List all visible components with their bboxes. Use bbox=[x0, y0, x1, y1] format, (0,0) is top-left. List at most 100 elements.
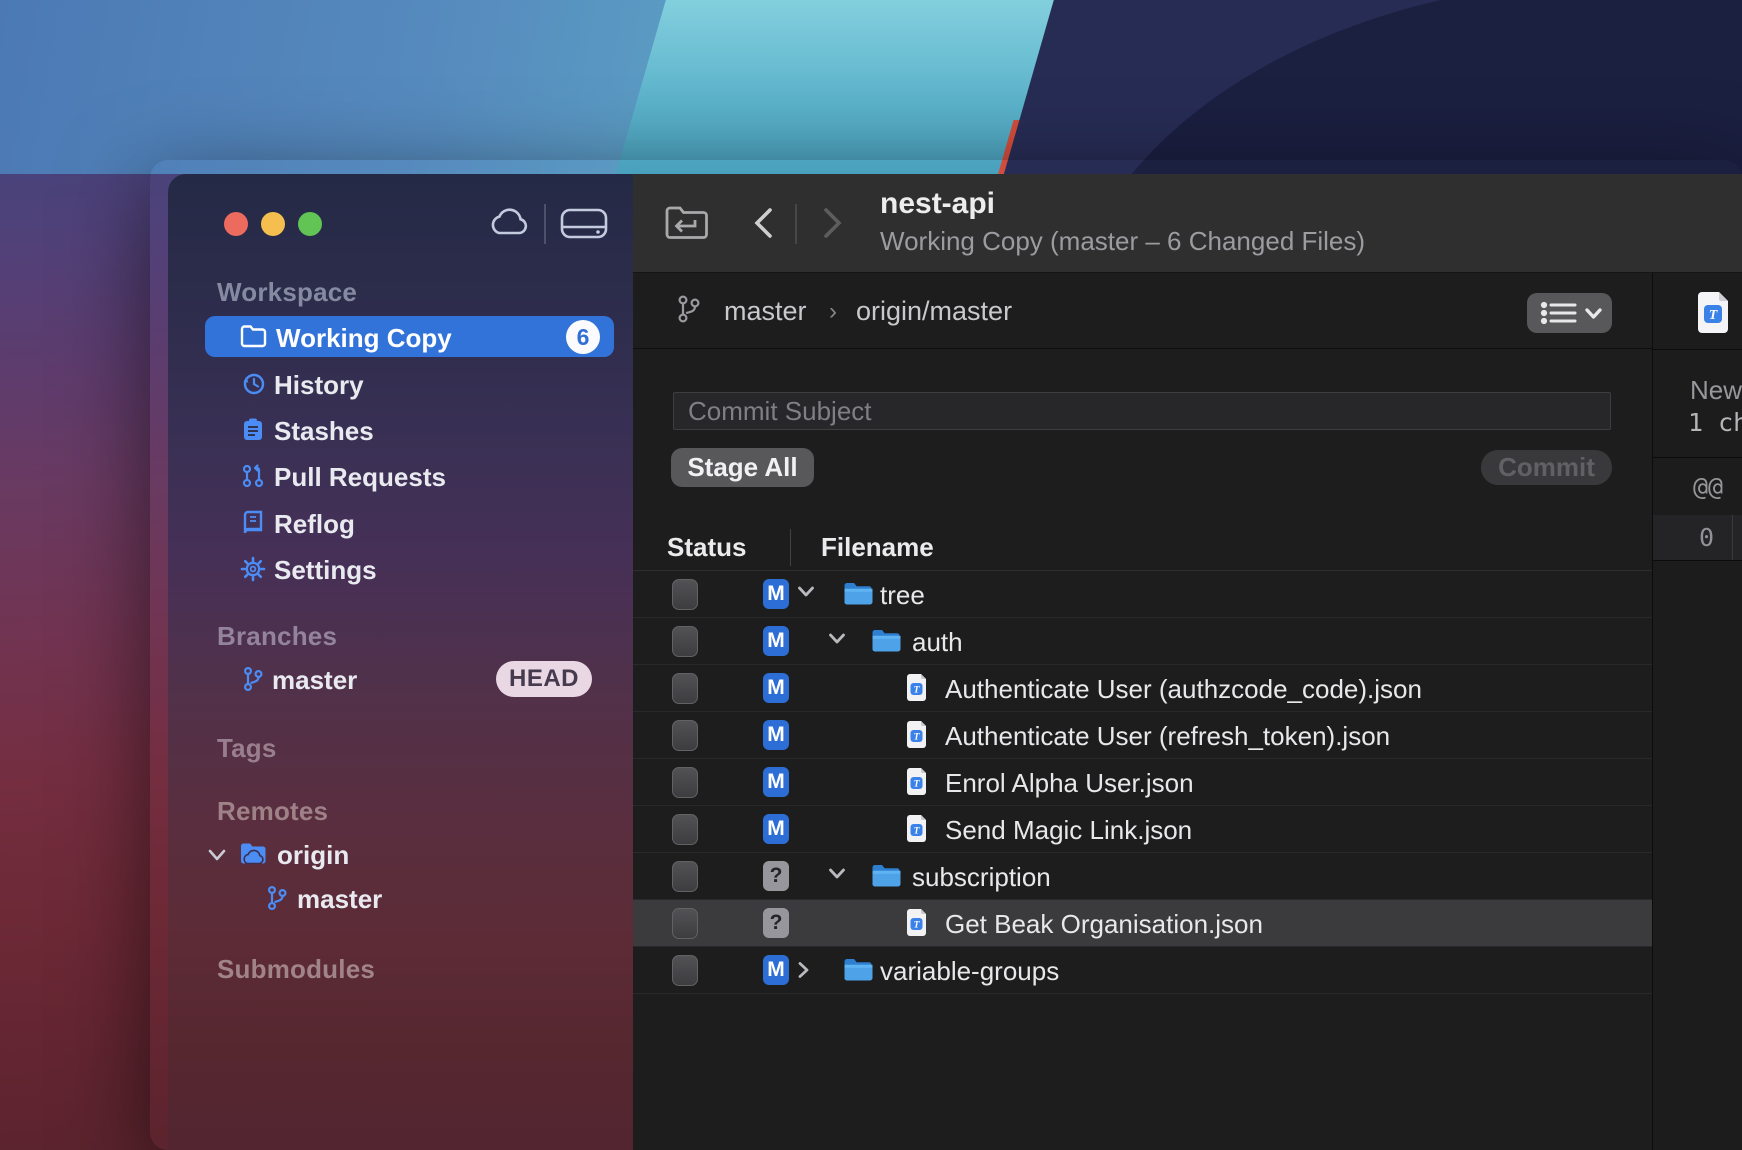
breadcrumb-branch[interactable]: master bbox=[724, 296, 807, 327]
toolbar-divider bbox=[544, 204, 546, 244]
breadcrumb-upstream[interactable]: origin/master bbox=[856, 296, 1012, 327]
history-icon bbox=[240, 371, 266, 397]
folder-icon bbox=[871, 628, 902, 654]
stage-all-button[interactable]: Stage All bbox=[671, 448, 814, 487]
panel-divider bbox=[1652, 457, 1742, 458]
gutter-divider bbox=[1732, 515, 1733, 560]
line-number: 0 bbox=[1699, 523, 1714, 552]
stage-checkbox[interactable] bbox=[672, 673, 698, 704]
sidebar-section-header: Workspace bbox=[217, 277, 357, 308]
status-badge: ? bbox=[763, 861, 789, 891]
close-button[interactable] bbox=[224, 212, 248, 236]
hunk-header: @@ -0 bbox=[1693, 472, 1742, 501]
zoom-button[interactable] bbox=[298, 212, 322, 236]
file-status-label: New bbox=[1690, 375, 1742, 406]
sidebar-section-header: Tags bbox=[217, 733, 277, 764]
sidebar-item-pull-requests[interactable]: Pull Requests bbox=[274, 462, 446, 493]
filename-label: variable-groups bbox=[880, 956, 1059, 987]
desktop: Working Copy 6 HEAD nest-api Working Cop… bbox=[0, 0, 1742, 1150]
status-badge: M bbox=[763, 673, 789, 703]
sidebar-item-label: Working Copy bbox=[276, 323, 452, 354]
folder-return-icon[interactable] bbox=[664, 204, 710, 242]
nav-divider bbox=[795, 204, 797, 244]
status-badge: M bbox=[763, 579, 789, 609]
commit-button[interactable]: Commit bbox=[1481, 450, 1612, 485]
folder-icon bbox=[240, 325, 267, 348]
sidebar-item-stashes[interactable]: Stashes bbox=[274, 416, 374, 447]
status-badge: M bbox=[763, 955, 789, 985]
chevron-down-icon[interactable] bbox=[207, 848, 227, 862]
repo-title: nest-api bbox=[880, 187, 995, 221]
chevron-down-icon[interactable] bbox=[828, 632, 846, 645]
chevron-down-icon bbox=[1587, 310, 1600, 317]
filename-label: subscription bbox=[912, 862, 1051, 893]
stage-checkbox[interactable] bbox=[672, 814, 698, 845]
file-row-authenticate-user-refresh-token-json[interactable]: MTAuthenticate User (refresh_token).json bbox=[633, 712, 1652, 759]
filename-label: Send Magic Link.json bbox=[945, 815, 1192, 846]
breadcrumb-chevron-icon: › bbox=[829, 298, 837, 326]
filename-label: Get Beak Organisation.json bbox=[945, 909, 1263, 940]
pull-request-icon bbox=[240, 463, 266, 489]
chevron-down-icon[interactable] bbox=[828, 867, 846, 880]
changed-files-badge: 6 bbox=[566, 320, 600, 354]
cloud-icon[interactable] bbox=[487, 207, 531, 239]
minimize-button[interactable] bbox=[261, 212, 285, 236]
stashes-icon bbox=[240, 417, 266, 443]
stage-checkbox[interactable] bbox=[672, 908, 698, 939]
branch-icon bbox=[266, 885, 288, 911]
chevron-down-icon[interactable] bbox=[797, 585, 815, 598]
column-header-filename[interactable]: Filename bbox=[821, 532, 934, 563]
status-badge: M bbox=[763, 626, 789, 656]
stage-checkbox[interactable] bbox=[672, 767, 698, 798]
sidebar-section-header: Remotes bbox=[217, 796, 328, 827]
file-row-folder-auth[interactable]: Mauth bbox=[633, 618, 1652, 665]
svg-text:T: T bbox=[1709, 308, 1719, 323]
wallpaper bbox=[0, 0, 1742, 174]
status-badge: M bbox=[763, 767, 789, 797]
stage-checkbox[interactable] bbox=[672, 720, 698, 751]
commit-subject-input[interactable] bbox=[673, 392, 1611, 430]
forward-button[interactable] bbox=[820, 206, 846, 240]
json-file-icon: T bbox=[905, 673, 928, 702]
gear-icon bbox=[240, 556, 266, 582]
file-row-enrol-alpha-user-json[interactable]: MTEnrol Alpha User.json bbox=[633, 759, 1652, 806]
sidebar-item-reflog[interactable]: Reflog bbox=[274, 509, 355, 540]
panel-divider bbox=[1652, 560, 1742, 561]
changes-summary: 1 ch bbox=[1688, 408, 1742, 437]
filename-label: Authenticate User (authzcode_code).json bbox=[945, 674, 1422, 705]
chevron-right-icon[interactable] bbox=[797, 961, 810, 979]
column-header-status[interactable]: Status bbox=[667, 532, 746, 563]
json-file-icon: T bbox=[1695, 291, 1731, 334]
stage-checkbox[interactable] bbox=[672, 861, 698, 892]
branch-icon bbox=[242, 666, 264, 692]
sidebar-item-history[interactable]: History bbox=[274, 370, 364, 401]
drive-icon[interactable] bbox=[560, 208, 608, 239]
remote-folder-icon bbox=[239, 842, 268, 866]
filename-label: tree bbox=[880, 580, 925, 611]
stage-checkbox[interactable] bbox=[672, 626, 698, 657]
file-row-get-beak-organisation-json[interactable]: ?TGet Beak Organisation.json bbox=[633, 900, 1652, 947]
file-list: MtreeMauthMTAuthenticate User (authzcode… bbox=[633, 571, 1652, 994]
folder-icon bbox=[871, 863, 902, 889]
file-row-folder-tree[interactable]: Mtree bbox=[633, 571, 1652, 618]
status-badge: ? bbox=[763, 908, 789, 938]
back-button[interactable] bbox=[750, 206, 776, 240]
view-mode-button[interactable] bbox=[1527, 293, 1612, 333]
sidebar-item-settings[interactable]: Settings bbox=[274, 555, 377, 586]
branch-icon bbox=[676, 294, 702, 324]
file-row-folder-subscription[interactable]: ? subscription bbox=[633, 853, 1652, 900]
sidebar-item-remote-origin[interactable]: origin bbox=[277, 840, 349, 871]
repo-subtitle: Working Copy (master – 6 Changed Files) bbox=[880, 226, 1365, 257]
sidebar-item-remote-master[interactable]: master bbox=[297, 884, 382, 915]
sidebar-item-branch-master[interactable]: master bbox=[272, 665, 357, 696]
panel-divider bbox=[1652, 349, 1742, 350]
file-row-folder-variable-groups[interactable]: Mvariable-groups bbox=[633, 947, 1652, 994]
column-divider[interactable] bbox=[790, 529, 791, 566]
folder-icon bbox=[843, 581, 874, 607]
file-row-authenticate-user-authzcode-code-json[interactable]: M T Authenticate User (authzcode_code).jso… bbox=[633, 665, 1652, 712]
stage-checkbox[interactable] bbox=[672, 579, 698, 610]
stage-checkbox[interactable] bbox=[672, 955, 698, 986]
file-row-send-magic-link-json[interactable]: MTSend Magic Link.json bbox=[633, 806, 1652, 853]
json-file-icon: T bbox=[905, 720, 928, 749]
folder-icon bbox=[843, 957, 874, 983]
